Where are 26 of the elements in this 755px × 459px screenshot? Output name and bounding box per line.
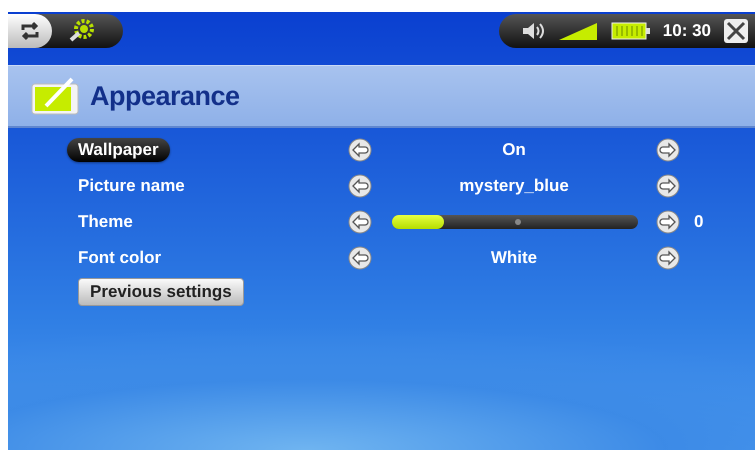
right-arrow-button[interactable] bbox=[656, 138, 680, 162]
page-title: Appearance bbox=[90, 80, 240, 112]
setting-value: White bbox=[490, 248, 538, 268]
right-arrow-button[interactable] bbox=[656, 210, 680, 234]
previous-settings-button[interactable]: Previous settings bbox=[78, 278, 244, 306]
left-arrow-button[interactable] bbox=[348, 246, 372, 270]
home-button[interactable] bbox=[8, 14, 52, 48]
right-arrow-button[interactable] bbox=[656, 174, 680, 198]
setting-label[interactable]: Picture name bbox=[67, 174, 196, 198]
slider-reading: 0 bbox=[694, 212, 704, 232]
slider-track[interactable] bbox=[392, 215, 638, 229]
setting-value: On bbox=[502, 140, 526, 160]
left-arrow-button[interactable] bbox=[348, 210, 372, 234]
signal-icon bbox=[558, 21, 599, 41]
right-arrow-button[interactable] bbox=[656, 246, 680, 270]
battery-icon bbox=[610, 22, 651, 40]
clock-time: 10: 30 bbox=[662, 21, 711, 41]
setting-value: mystery_blue bbox=[459, 176, 569, 196]
left-arrow-button[interactable] bbox=[348, 138, 372, 162]
left-arrow-button[interactable] bbox=[348, 174, 372, 198]
setting-label[interactable]: Wallpaper bbox=[67, 138, 170, 162]
close-icon[interactable] bbox=[723, 18, 749, 44]
speaker-icon[interactable] bbox=[520, 20, 547, 42]
setting-label[interactable]: Theme bbox=[67, 210, 144, 234]
gear-wrench-icon[interactable] bbox=[68, 18, 96, 44]
setting-label[interactable]: Font color bbox=[67, 246, 172, 270]
